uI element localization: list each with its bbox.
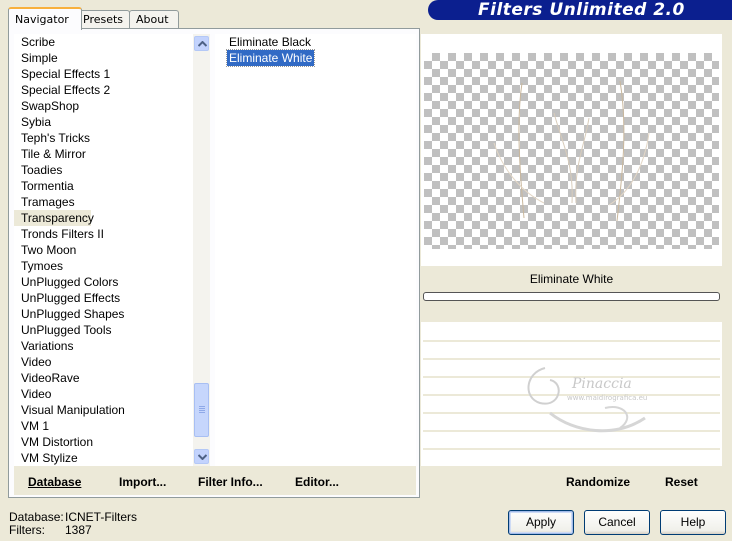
import-button[interactable]: Import... [119, 475, 166, 489]
category-item[interactable]: VM Distortion [14, 434, 194, 450]
scroll-up-button[interactable] [194, 36, 209, 51]
watermark-logo: Pinaccia www.maidirografica.eu [527, 367, 647, 433]
scroll-thumb[interactable] [194, 383, 209, 437]
category-item[interactable]: Tymoes [14, 258, 194, 274]
category-item[interactable]: Tile & Mirror [14, 146, 194, 162]
tab-navigator[interactable]: Navigator [8, 7, 82, 30]
cancel-button[interactable]: Cancel [584, 510, 650, 535]
category-item[interactable]: Two Moon [14, 242, 194, 258]
filters-label: Filters: [9, 523, 45, 537]
category-item[interactable]: SwapShop [14, 98, 194, 114]
progress-bar [423, 292, 720, 301]
category-item[interactable]: Simple [14, 50, 194, 66]
filter-item-selected[interactable]: Eliminate White [225, 49, 316, 67]
apply-button[interactable]: Apply [508, 510, 574, 535]
category-item-selected[interactable]: Transparency [14, 210, 94, 226]
reset-button[interactable]: Reset [665, 475, 698, 489]
tab-about[interactable]: About [129, 10, 179, 28]
category-item[interactable]: UnPlugged Tools [14, 322, 194, 338]
category-item[interactable]: Tronds Filters II [14, 226, 194, 242]
preview-area [421, 34, 722, 266]
category-item[interactable]: Special Effects 1 [14, 66, 194, 82]
filter-item[interactable]: Eliminate Black [227, 34, 313, 50]
status-info: Database:ICNET-Filters Filters: 1387 [9, 511, 137, 537]
watermark-url: www.maidirografica.eu [567, 394, 647, 402]
chevron-down-icon [198, 454, 207, 460]
category-item[interactable]: VM 1 [14, 418, 194, 434]
category-item[interactable]: Variations [14, 338, 194, 354]
scroll-down-button[interactable] [194, 449, 209, 464]
category-item[interactable]: UnPlugged Colors [14, 274, 194, 290]
category-item[interactable]: UnPlugged Effects [14, 290, 194, 306]
category-item[interactable]: UnPlugged Shapes [14, 306, 194, 322]
filter-info-button[interactable]: Filter Info... [198, 475, 263, 489]
filters-count: 1387 [65, 523, 92, 537]
watermark-name: Pinaccia [571, 376, 632, 392]
category-item[interactable]: Tramages [14, 194, 194, 210]
navigator-button-bar: Database Import... Filter Info... Editor… [14, 466, 416, 495]
editor-button[interactable]: Editor... [295, 475, 339, 489]
category-list[interactable]: Scribe Simple Special Effects 1 Special … [14, 34, 194, 466]
preview-shape [493, 80, 650, 222]
category-item[interactable]: Teph's Tricks [14, 130, 194, 146]
category-item[interactable]: Toadies [14, 162, 194, 178]
category-item[interactable]: Sybia [14, 114, 194, 130]
category-item[interactable]: VideoRave [14, 370, 194, 386]
category-item[interactable]: Special Effects 2 [14, 82, 194, 98]
help-button[interactable]: Help [660, 510, 726, 535]
filter-list[interactable]: Eliminate Black Eliminate White [215, 34, 416, 466]
database-value: ICNET-Filters [65, 510, 137, 524]
chevron-up-icon [198, 41, 207, 47]
category-item[interactable]: Scribe [14, 34, 194, 50]
randomize-button[interactable]: Randomize [566, 475, 630, 489]
preview-canvas [424, 53, 719, 249]
database-button[interactable]: Database [28, 475, 81, 489]
parameter-button-bar: Randomize Reset [421, 466, 722, 495]
category-item[interactable]: Video [14, 354, 194, 370]
category-item[interactable]: Visual Manipulation [14, 402, 194, 418]
app-title: Filters Unlimited 2.0 [478, 0, 685, 20]
tab-presets[interactable]: Presets [76, 10, 130, 28]
category-item[interactable]: Tormentia [14, 178, 194, 194]
category-item[interactable]: Video [14, 386, 194, 402]
selected-filter-name: Eliminate White [529, 272, 614, 286]
category-scrollbar[interactable] [193, 34, 210, 466]
category-item[interactable]: VM Stylize [14, 450, 194, 466]
